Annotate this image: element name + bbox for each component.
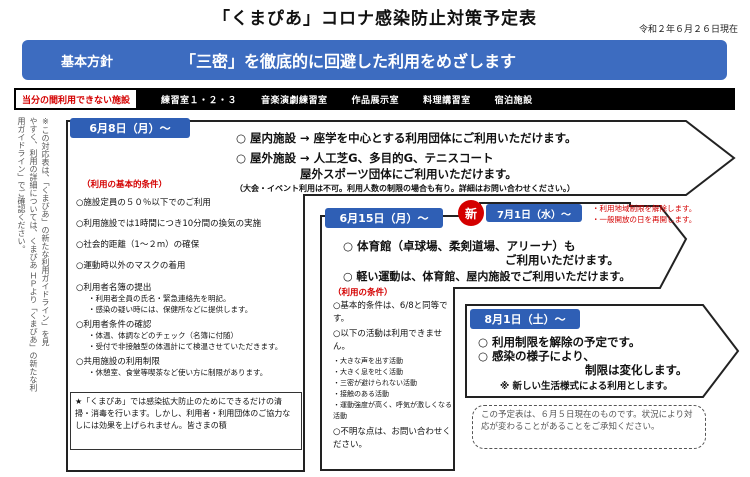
phase1-line: ○ 屋内施設 → 座学を中心とする利用団体にご利用いただけます。 bbox=[236, 131, 577, 145]
new-badge: 新 bbox=[458, 200, 484, 226]
phase3-line: ○ 感染の様子により、 bbox=[478, 349, 595, 363]
phase1-header: 6月8日（月）〜 bbox=[70, 118, 190, 138]
policy-banner: 基本方針 「三密」を徹底的に回避した利用をめざします bbox=[22, 40, 727, 80]
guideline-note-column: やすく、利用の詳細については、くまぴあ ＨＰより「くまぴあ」の新たな利 bbox=[29, 117, 38, 392]
policy-label: 基本方針 bbox=[60, 54, 113, 70]
condition-item: ○施設定員の５０％以下でのご利用 bbox=[76, 198, 211, 208]
phase-new-note: ・一般開放の日を再開します。 bbox=[592, 215, 697, 224]
phase1-line: ○ 屋外施設 → 人工芝G、多目的G、テニスコート bbox=[236, 151, 494, 165]
condition-subitem: ・感染の疑い時には、保健所などに提供します。 bbox=[88, 305, 253, 314]
cleaning-footnote: ★「くまぴあ」では感染拡大防止のためにできるだけの清掃・消毒を行います。しかし、… bbox=[70, 392, 302, 450]
condition-item: ○利用者名簿の提出 bbox=[76, 283, 152, 293]
restricted-facility: 練習室１・２・３ bbox=[161, 95, 238, 106]
condition-subitem: ・利用者全員の氏名・緊急連絡先を明記。 bbox=[88, 294, 231, 303]
condition-item: ○以下の活動は利用できません。 bbox=[333, 329, 443, 352]
condition-item: ○利用施設では1時間につき10分間の換気の実施 bbox=[76, 219, 262, 229]
restricted-facility: 宿泊施設 bbox=[494, 95, 533, 106]
condition-item: ○社会的距離（1〜２m）の確保 bbox=[76, 240, 200, 250]
prohibited-item: ・運動強度が高く、呼気が激しくなる活動 bbox=[333, 401, 452, 420]
phase2-header: 6月15日（月）〜 bbox=[325, 208, 443, 228]
phase-new-note: ・利用地域制限を解除します。 bbox=[592, 204, 697, 213]
phase-new-header: 7月1日（水）〜 bbox=[486, 204, 582, 222]
phase2-line: ○ 軽い運動は、体育館、屋内施設でご利用いただけます。 bbox=[343, 270, 631, 283]
phase3-header: 8月1日（土）〜 bbox=[470, 309, 580, 329]
page-title: 「くまぴあ」コロナ感染防止対策予定表 bbox=[213, 9, 537, 29]
as-of-date: 令和２年６月２６日現在 bbox=[638, 25, 738, 35]
phase2-line: ご利用いただけます。 bbox=[505, 253, 619, 267]
prohibited-item: ・大きな声を出す活動 bbox=[333, 357, 403, 365]
prohibited-item: ・大きく息を吐く活動 bbox=[333, 368, 403, 376]
phase1-note: （大会・イベント利用は不可。利用人数の制限の場合も有り。詳細はお問い合わせくださ… bbox=[235, 184, 575, 193]
phase1-conditions-list: ○施設定員の５０％以下でのご利用 ○利用施設では1時間につき10分間の換気の実施… bbox=[76, 196, 306, 378]
condition-subitem: ・体温、体調などのチェック（名簿に付随） bbox=[88, 331, 238, 340]
condition-item: ○基本的条件は、6/8と同等です。 bbox=[333, 301, 448, 324]
restricted-facility: 作品展示室 bbox=[351, 95, 400, 106]
phase2-conditions-list: ○基本的条件は、6/8と同等です。 ○以下の活動は利用できません。 ・大きな声を… bbox=[333, 300, 453, 452]
phase1-line: 屋外スポーツ団体にご利用いただけます。 bbox=[300, 167, 517, 181]
restricted-label: 当分の間利用できない施設 bbox=[15, 89, 138, 109]
prohibited-item: ・三密が避けられない活動 bbox=[333, 379, 417, 387]
condition-subitem: ・休憩室、食堂等喫茶など使い方に制限があります。 bbox=[88, 368, 268, 377]
inquiry-note: ○不明な点は、お問い合わせください。 bbox=[333, 427, 451, 450]
phase3-line: 制限は変化します。 bbox=[585, 363, 688, 377]
restricted-facilities-bar: 当分の間利用できない施設 練習室１・２・３ 音楽演劇練習室 作品展示室 料理講習… bbox=[14, 88, 735, 110]
phase2-conditions-title: （利用の条件） bbox=[333, 288, 393, 298]
phase3-note: ※ 新しい生活様式による利用とします。 bbox=[500, 381, 673, 392]
condition-item: ○運動時以外のマスクの着用 bbox=[76, 261, 186, 271]
condition-item: ○利用者条件の確認 bbox=[76, 320, 152, 330]
schedule-note: この予定表は、６月５日現在のものです。状況により対応が変わることがあることをご承… bbox=[472, 405, 706, 449]
restricted-facility: 音楽演劇練習室 bbox=[261, 95, 328, 106]
prohibited-item: ・接触のある活動 bbox=[333, 390, 389, 398]
condition-item: ○共用施設の利用制限 bbox=[76, 357, 160, 367]
guideline-note-column: 用ガイドライン」でご確認ください。 bbox=[17, 117, 26, 253]
restricted-facility: 料理講習室 bbox=[423, 95, 471, 106]
policy-message: 「三密」を徹底的に回避した利用をめざします bbox=[180, 52, 517, 71]
condition-subitem: ・受付で非接触型の体温計にて検温させていただきます。 bbox=[88, 342, 283, 351]
guideline-note-column: ※この対応表は、「くまぴあ」の新たな利用ガイドライン」を見 bbox=[41, 117, 50, 346]
phase1-conditions-title: （利用の基本的条件） bbox=[82, 180, 168, 190]
